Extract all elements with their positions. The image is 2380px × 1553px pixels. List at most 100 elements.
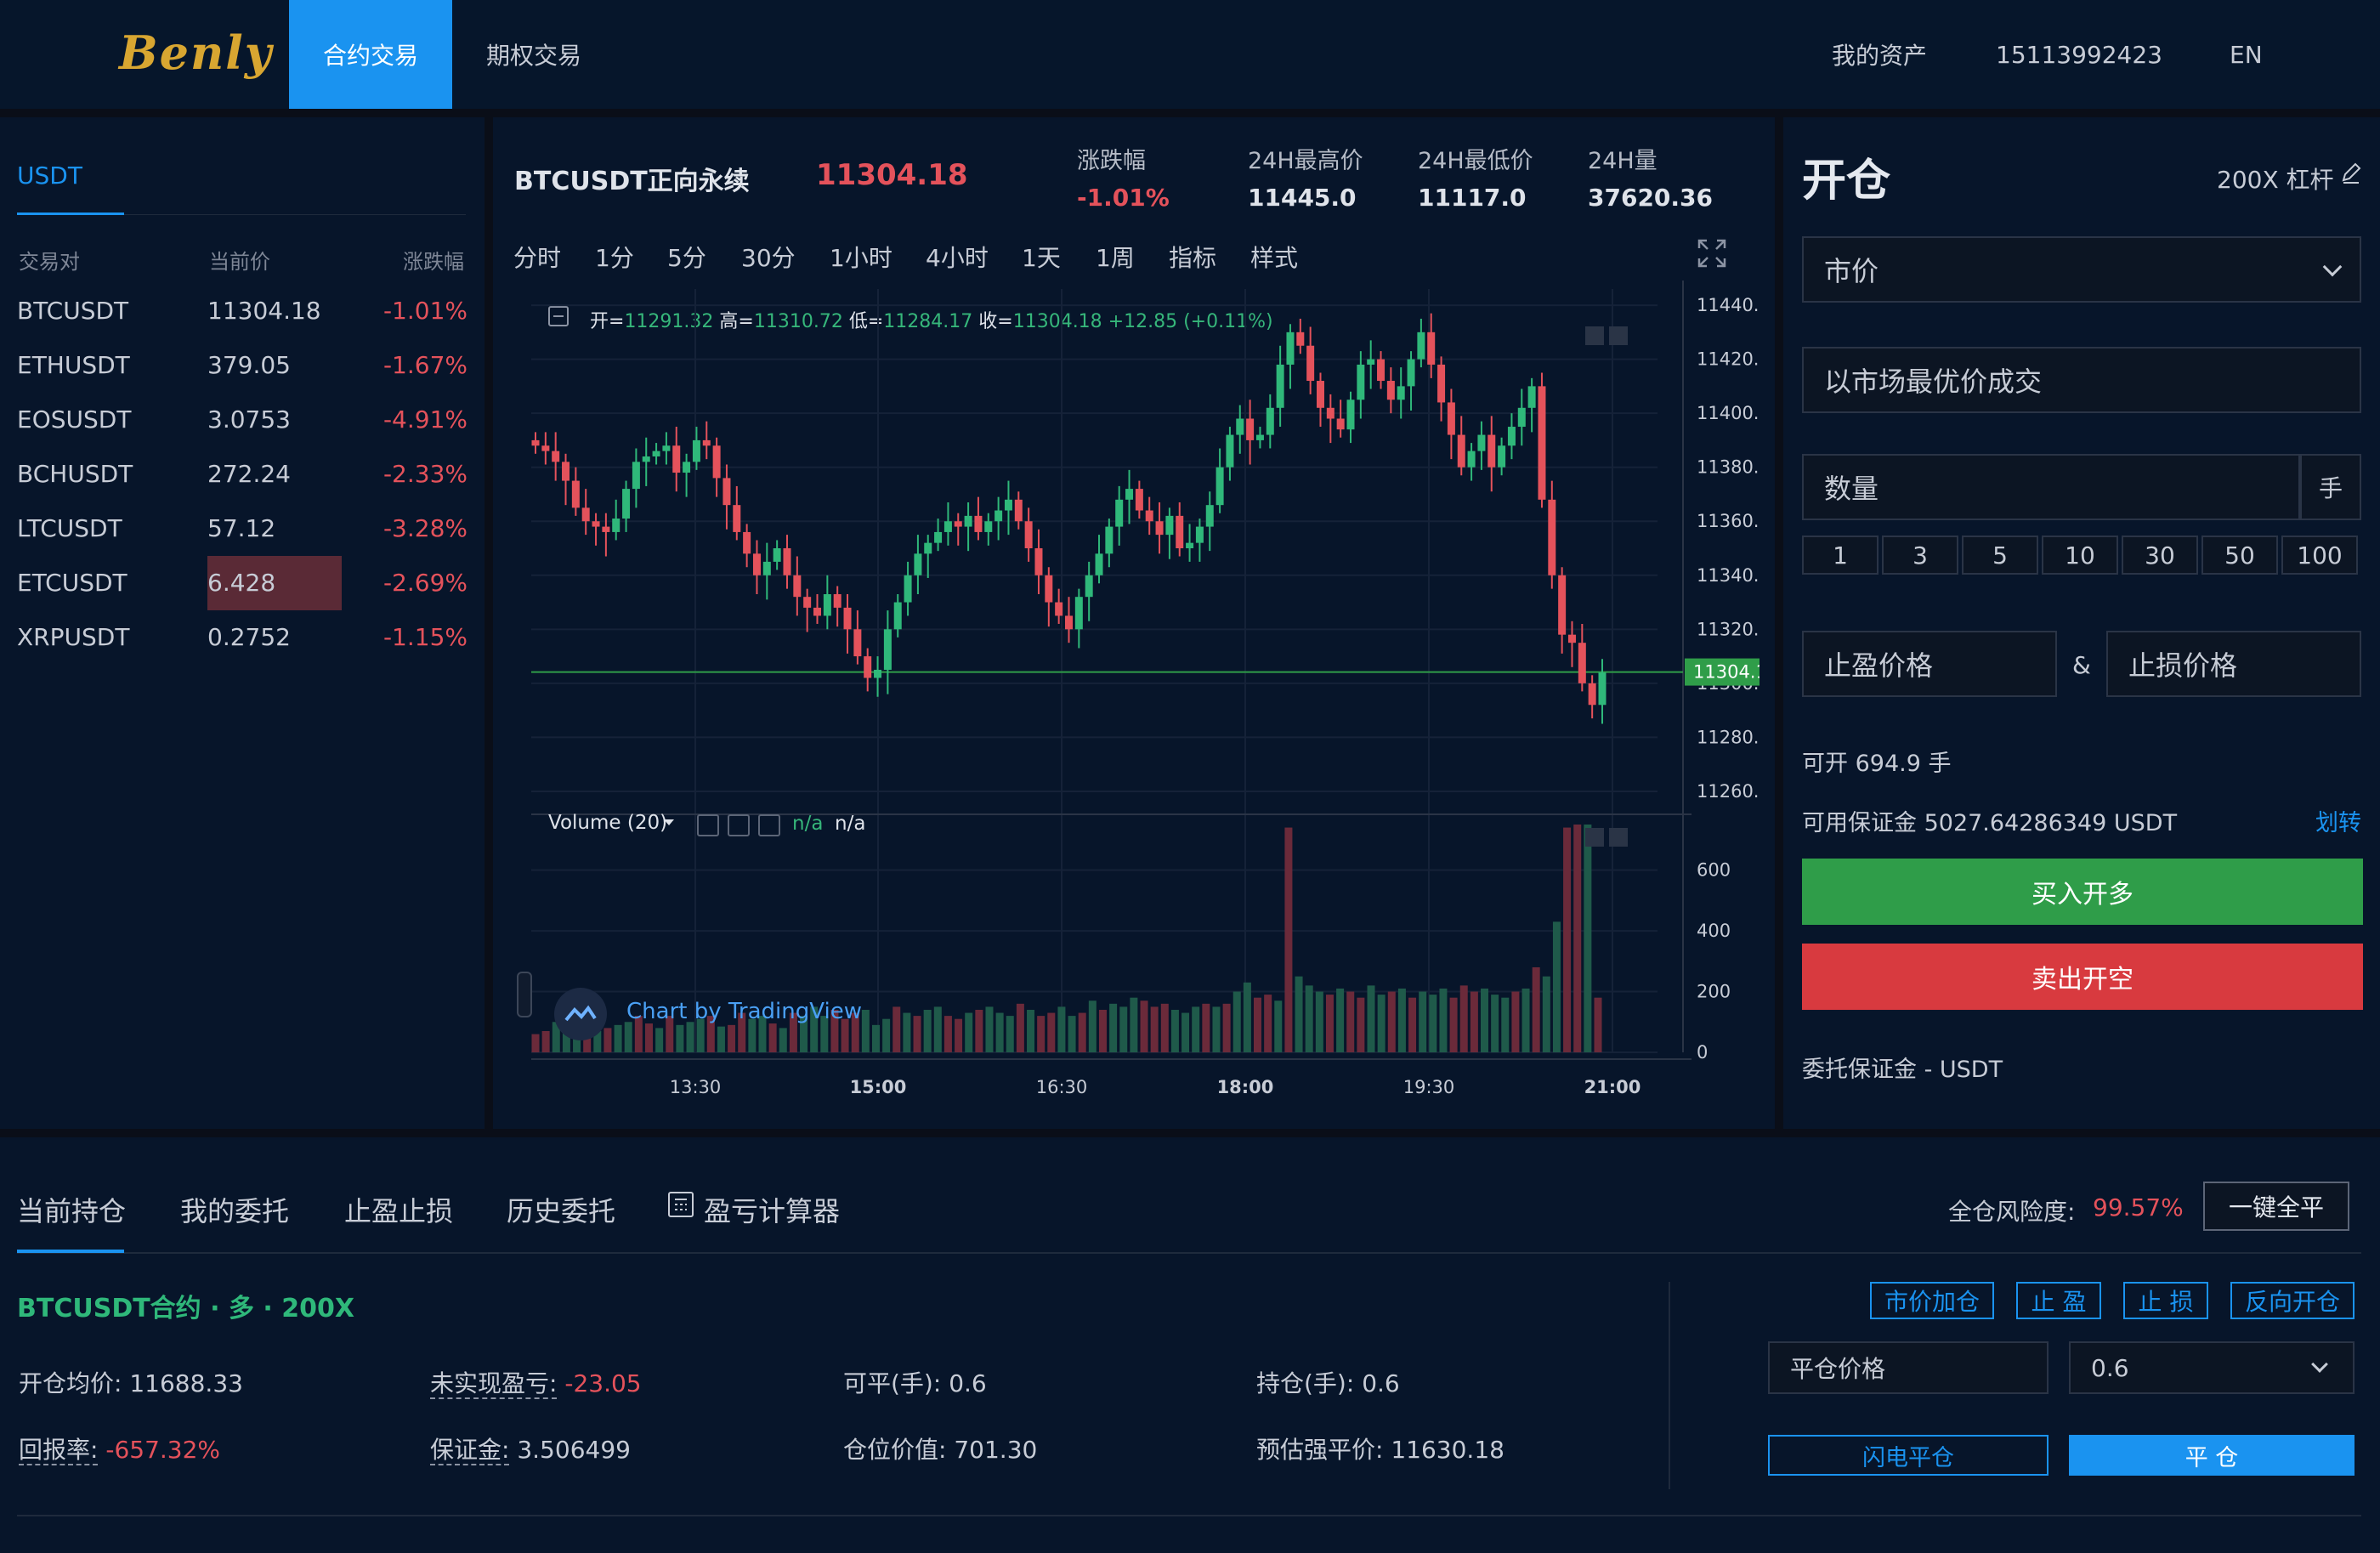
volume-bar[interactable]: [1150, 1006, 1159, 1052]
volume-bar[interactable]: [1573, 825, 1582, 1052]
candle-body[interactable]: [702, 439, 711, 446]
volume-bar[interactable]: [1243, 982, 1251, 1052]
indicators-button[interactable]: 指标: [1169, 240, 1216, 274]
candle-body[interactable]: [914, 553, 922, 575]
volume-bar[interactable]: [1563, 827, 1572, 1052]
candle-body[interactable]: [531, 439, 540, 446]
volume-bar[interactable]: [861, 1009, 870, 1052]
candle-body[interactable]: [1004, 499, 1012, 511]
volume-bar[interactable]: [1552, 921, 1561, 1052]
volume-bar[interactable]: [1584, 825, 1592, 1052]
candle-body[interactable]: [994, 510, 1003, 522]
volume-bar[interactable]: [676, 1024, 684, 1052]
candle-body[interactable]: [1296, 332, 1305, 346]
candle-body[interactable]: [1205, 505, 1214, 527]
candle-body[interactable]: [793, 575, 802, 598]
settings-icon[interactable]: [728, 814, 750, 836]
volume-bar[interactable]: [933, 1006, 942, 1052]
candle-body[interactable]: [1105, 526, 1114, 554]
quick-qty-30[interactable]: 30: [2122, 536, 2198, 575]
candle-body[interactable]: [1085, 575, 1093, 598]
volume-bar[interactable]: [892, 1006, 901, 1052]
scroll-up-icon[interactable]: [1609, 326, 1628, 345]
volume-bar[interactable]: [882, 1018, 891, 1052]
candle-body[interactable]: [562, 462, 570, 481]
interval-3[interactable]: 30分: [741, 240, 796, 274]
market-row-btcusdt[interactable]: BTCUSDT 11304.18 -1.01%: [17, 284, 468, 338]
volume-bar[interactable]: [1346, 991, 1355, 1052]
candle-body[interactable]: [571, 480, 580, 508]
candle-body[interactable]: [683, 462, 691, 473]
sell-short-button[interactable]: 卖出开空: [1802, 944, 2363, 1010]
candle-body[interactable]: [1226, 434, 1234, 468]
interval-0[interactable]: 分时: [513, 240, 561, 274]
market-row-ltcusdt[interactable]: LTCUSDT 57.12 -3.28%: [17, 502, 468, 556]
candle-body[interactable]: [1286, 332, 1295, 365]
quick-qty-100[interactable]: 100: [2281, 536, 2358, 575]
price-input[interactable]: 以市场最优价成交: [1802, 347, 2361, 413]
candle-body[interactable]: [1125, 489, 1134, 500]
volume-bar[interactable]: [1222, 1003, 1231, 1052]
tab-futures[interactable]: 合约交易: [289, 0, 452, 109]
candle-body[interactable]: [833, 594, 842, 608]
candle-body[interactable]: [1437, 364, 1446, 403]
candle-body[interactable]: [934, 531, 943, 543]
market-add-button[interactable]: 市价加仓: [1870, 1282, 1994, 1319]
volume-bar[interactable]: [1006, 1016, 1014, 1052]
volume-bar[interactable]: [1449, 997, 1458, 1052]
volume-bar[interactable]: [541, 1030, 550, 1052]
volume-bar[interactable]: [1202, 1003, 1210, 1052]
volume-bar[interactable]: [768, 1023, 777, 1052]
volume-bar[interactable]: [1212, 1006, 1221, 1052]
candle-body[interactable]: [954, 521, 962, 527]
volume-bar[interactable]: [1501, 997, 1510, 1052]
candle-body[interactable]: [843, 607, 852, 630]
return-rate-label[interactable]: 回报率:: [19, 1436, 99, 1465]
candle-body[interactable]: [1276, 364, 1284, 408]
volume-bar[interactable]: [1459, 985, 1468, 1052]
candle-body[interactable]: [1255, 434, 1264, 440]
candle-body[interactable]: [1135, 489, 1143, 511]
leverage-label[interactable]: 200X 杠杆: [2217, 162, 2334, 196]
interval-1[interactable]: 1分: [595, 240, 634, 274]
volume-legend[interactable]: Volume (20): [548, 812, 667, 834]
candle-body[interactable]: [823, 594, 831, 616]
market-row-xrpusdt[interactable]: XRPUSDT 0.2752 -1.15%: [17, 610, 468, 665]
volume-bar[interactable]: [1336, 988, 1345, 1052]
volume-bar[interactable]: [1429, 995, 1437, 1052]
candle-body[interactable]: [602, 526, 610, 532]
candle-body[interactable]: [1095, 553, 1103, 575]
benly-logo[interactable]: Benly: [119, 26, 273, 80]
take-profit-input[interactable]: 止盈价格: [1802, 631, 2057, 697]
volume-bar[interactable]: [985, 1006, 994, 1052]
candle-body[interactable]: [864, 656, 872, 678]
volume-bar[interactable]: [1264, 995, 1272, 1052]
volume-bar[interactable]: [995, 1012, 1004, 1052]
candle-body[interactable]: [1467, 451, 1476, 468]
candle-body[interactable]: [672, 445, 681, 473]
volume-bar[interactable]: [1325, 995, 1334, 1052]
candle-body[interactable]: [1367, 359, 1375, 365]
interval-2[interactable]: 5分: [667, 240, 706, 274]
candle-body[interactable]: [622, 489, 631, 519]
market-row-ethusdt[interactable]: ETHUSDT 379.05 -1.67%: [17, 338, 468, 393]
candle-body[interactable]: [1488, 434, 1496, 468]
volume-bar[interactable]: [1016, 1003, 1024, 1052]
candle-body[interactable]: [1266, 407, 1274, 435]
volume-bar[interactable]: [1470, 991, 1478, 1052]
market-row-bchusdt[interactable]: BCHUSDT 272.24 -2.33%: [17, 447, 468, 502]
candle-body[interactable]: [1055, 602, 1063, 616]
candle-body[interactable]: [1517, 407, 1526, 428]
quick-qty-3[interactable]: 3: [1882, 536, 1958, 575]
candle-body[interactable]: [1346, 400, 1355, 430]
candle-body[interactable]: [1316, 381, 1324, 408]
market-row-etcusdt[interactable]: ETCUSDT 6.428 -2.69%: [17, 556, 468, 610]
margin-label[interactable]: 保证金:: [430, 1436, 510, 1465]
ticker-symbol[interactable]: BTCUSDT正向永续: [514, 160, 750, 197]
candle-body[interactable]: [893, 602, 902, 630]
volume-bar[interactable]: [1037, 1016, 1046, 1052]
volume-bar[interactable]: [644, 1023, 653, 1052]
candle-body[interactable]: [1498, 445, 1506, 468]
candle-body[interactable]: [1558, 575, 1567, 635]
volume-bar[interactable]: [779, 1028, 787, 1052]
